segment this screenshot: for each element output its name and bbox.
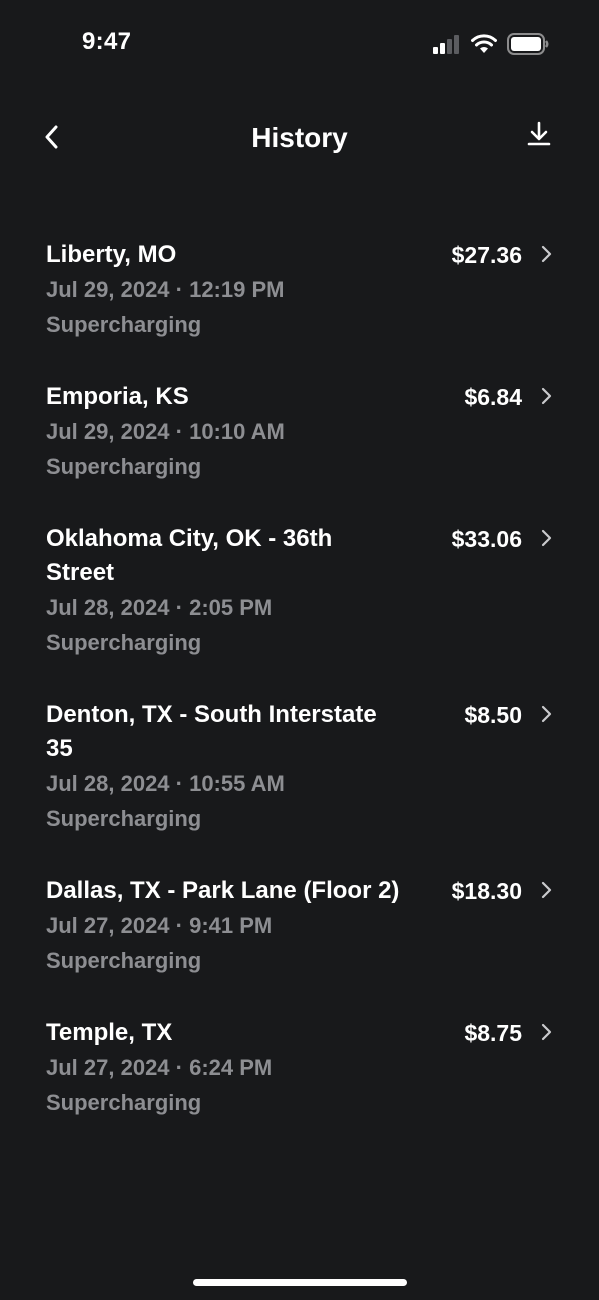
history-item-type: Supercharging <box>46 454 202 479</box>
chevron-right-icon <box>539 529 553 547</box>
history-list: Liberty, MO Jul 29, 2024 · 12:19 PM Supe… <box>0 238 599 1120</box>
chevron-right-icon <box>539 387 553 405</box>
history-item-amount: $8.50 <box>464 702 522 728</box>
history-item[interactable]: Liberty, MO Jul 29, 2024 · 12:19 PM Supe… <box>0 238 599 342</box>
history-item-type: Supercharging <box>46 948 202 973</box>
page-title: History <box>251 122 348 153</box>
home-indicator[interactable] <box>193 1279 407 1286</box>
chevron-right-icon <box>539 1023 553 1041</box>
history-item-location: Dallas, TX - Park Lane (Floor 2) <box>46 877 400 904</box>
history-item-type: Supercharging <box>46 630 202 655</box>
status-icons <box>433 33 549 55</box>
history-item-amount: $33.06 <box>451 526 522 552</box>
history-item-datetime: Jul 29, 2024 · 12:19 PM <box>46 277 285 302</box>
history-item-amount: $6.84 <box>464 384 522 410</box>
history-item-location: Liberty, MO <box>46 241 177 268</box>
history-item-amount: $18.30 <box>451 878 522 904</box>
history-item-location: Denton, TX - South Interstate 35 <box>46 701 377 762</box>
history-item[interactable]: Oklahoma City, OK - 36th Street Jul 28, … <box>0 522 599 660</box>
history-item-datetime: Jul 28, 2024 · 10:55 AM <box>46 771 285 796</box>
chevron-right-icon <box>539 705 553 723</box>
history-item-location: Temple, TX <box>46 1019 173 1046</box>
battery-icon <box>507 33 549 55</box>
history-item[interactable]: Temple, TX Jul 27, 2024 · 6:24 PM Superc… <box>0 1016 599 1120</box>
chevron-right-icon <box>539 881 553 899</box>
history-item-amount: $8.75 <box>464 1020 522 1046</box>
history-item[interactable]: Dallas, TX - Park Lane (Floor 2) Jul 27,… <box>0 874 599 978</box>
history-item[interactable]: Emporia, KS Jul 29, 2024 · 10:10 AM Supe… <box>0 380 599 484</box>
history-item-type: Supercharging <box>46 1090 202 1115</box>
history-item-type: Supercharging <box>46 312 202 337</box>
history-item-amount: $27.36 <box>451 242 522 268</box>
download-button[interactable] <box>523 120 555 152</box>
history-item[interactable]: Denton, TX - South Interstate 35 Jul 28,… <box>0 698 599 836</box>
cellular-signal-icon <box>433 34 461 54</box>
status-time: 9:47 <box>82 28 132 55</box>
history-item-type: Supercharging <box>46 806 202 831</box>
history-item-location: Emporia, KS <box>46 383 189 410</box>
history-item-datetime: Jul 27, 2024 · 9:41 PM <box>46 913 273 938</box>
chevron-right-icon <box>539 245 553 263</box>
wifi-icon <box>471 34 497 54</box>
nav-bar: History <box>0 110 599 170</box>
history-item-location: Oklahoma City, OK - 36th Street <box>46 525 333 586</box>
history-item-datetime: Jul 27, 2024 · 6:24 PM <box>46 1055 273 1080</box>
status-bar: 9:47 <box>0 0 599 90</box>
history-item-datetime: Jul 28, 2024 · 2:05 PM <box>46 595 273 620</box>
history-item-datetime: Jul 29, 2024 · 10:10 AM <box>46 419 285 444</box>
download-icon <box>527 121 551 152</box>
